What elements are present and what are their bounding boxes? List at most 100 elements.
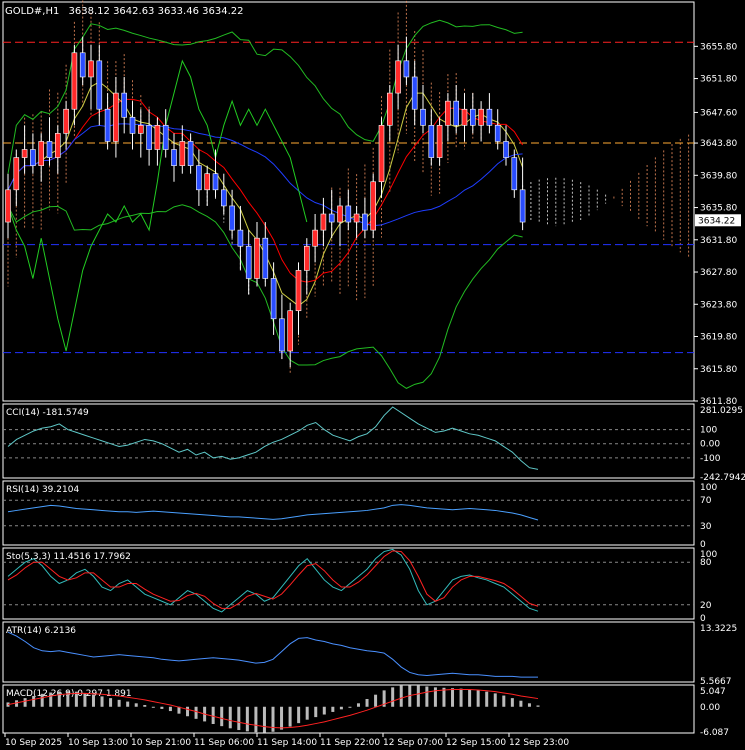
candle-body (378, 125, 385, 183)
candle-body (254, 237, 260, 279)
candle-body (345, 205, 352, 223)
candle-body (96, 60, 103, 110)
macd-bar (297, 706, 301, 724)
time-tick-label: 11 Sep 06:00 (194, 738, 254, 748)
candle-body (154, 125, 161, 150)
price-tick-label: 3639.80 (700, 171, 737, 181)
candle[interactable] (370, 173, 377, 239)
candle-body (5, 189, 11, 223)
trading-chart[interactable]: CCI(14) -181.5749 281.0295 100 0.00 -100 -242… (0, 0, 745, 750)
panel-sto-tick: 80 (700, 558, 712, 568)
macd-bar (186, 706, 190, 717)
time-tick-label: 10 Sep 2025 (5, 738, 62, 748)
macd-bar (399, 685, 403, 707)
macd-bar (160, 706, 164, 709)
macd-bar (348, 706, 352, 708)
macd-bar (519, 700, 523, 707)
panel-cci-title: CCI(14) -181.5749 (6, 408, 89, 418)
candle-body (403, 60, 410, 78)
macd-bar (91, 694, 95, 707)
candle-body (221, 189, 227, 207)
price-tick-label: 3627.80 (700, 268, 737, 278)
panel-sto-title: Sto(5,3,3) 11.4516 17.7962 (6, 552, 131, 562)
candle-body (138, 125, 144, 134)
panel-macd-tick: -6.087 (700, 728, 729, 738)
candle-body (129, 116, 136, 134)
candle-body (79, 52, 86, 78)
candle-body (30, 149, 36, 166)
macd-bar (502, 695, 506, 707)
panel-rsi-tick: 30 (700, 522, 712, 532)
price-tick-label: 3615.80 (700, 365, 737, 375)
macd-bar (245, 706, 249, 732)
macd-bar (322, 706, 326, 715)
candle-body (494, 125, 501, 142)
candle-body (121, 92, 127, 118)
price-tick-label: 3611.80 (700, 397, 737, 407)
panel-cci-tick: 100 (700, 426, 717, 436)
candle-body (395, 60, 401, 94)
panel-rsi-tick: 100 (700, 483, 717, 493)
chart-background (0, 0, 745, 750)
panel-sto-tick: 0 (700, 614, 706, 624)
macd-bar (288, 706, 292, 727)
price-tick-label: 3623.80 (700, 300, 737, 310)
time-tick-label: 12 Sep 07:00 (383, 738, 443, 748)
macd-bar (451, 688, 455, 707)
macd-bar (32, 695, 36, 707)
candle-body (295, 270, 302, 312)
candle-body (411, 76, 418, 110)
candle-body (428, 125, 435, 158)
macd-bar (151, 706, 155, 708)
price-tick-label: 3619.80 (700, 333, 737, 343)
macd-bar (356, 703, 360, 707)
panel-sto-tick: 20 (700, 601, 712, 611)
macd-bar (194, 706, 198, 719)
macd-bar (305, 706, 309, 720)
candle-body (245, 245, 252, 279)
macd-bar (262, 706, 266, 733)
candle-body (237, 229, 244, 247)
candle-body (179, 141, 186, 166)
price-tick-label: 3643.80 (700, 139, 737, 149)
candle-body (54, 133, 61, 158)
header-ohlc-label: 3638.12 3642.63 3633.46 3634.22 (69, 6, 244, 17)
candle-body (279, 318, 285, 352)
macd-bar (331, 706, 335, 712)
candle-body (469, 108, 476, 126)
candle-body (312, 229, 318, 247)
candle-body (196, 165, 202, 191)
time-tick-label: 11 Sep 22:00 (320, 738, 380, 748)
candle-body (13, 157, 20, 191)
candle-body (204, 173, 210, 191)
candle-body (370, 181, 377, 231)
panel-macd-tick: 0.00 (700, 703, 720, 713)
candle-body (303, 245, 310, 271)
candle-body (486, 108, 493, 126)
candle-body (353, 213, 360, 223)
price-tick-label: 3631.80 (700, 236, 737, 246)
candle-body (519, 189, 526, 223)
candle-body (113, 92, 119, 142)
macd-bar (416, 685, 420, 707)
macd-bar (126, 701, 130, 707)
panel-atr-tick: 13.3225 (700, 624, 737, 634)
panel-cci-tick: 0.00 (700, 440, 720, 450)
candle-body (88, 60, 94, 78)
macd-bar (280, 706, 284, 730)
macd-bar (237, 706, 241, 731)
time-tick-label: 12 Sep 23:00 (509, 738, 569, 748)
candle-body (445, 100, 451, 126)
time-tick-label: 10 Sep 21:00 (131, 738, 191, 748)
current-price-label: 3634.22 (698, 216, 735, 226)
macd-bar (220, 706, 224, 727)
macd-bar (211, 706, 215, 725)
candle-body (320, 213, 327, 231)
candle-body (171, 149, 177, 166)
candle-body (461, 108, 468, 126)
macd-bar (23, 698, 27, 707)
macd-bar (228, 706, 232, 729)
time-tick-label: 11 Sep 14:00 (257, 738, 317, 748)
candle-body (478, 108, 484, 126)
panel-rsi-tick: 70 (700, 496, 712, 506)
